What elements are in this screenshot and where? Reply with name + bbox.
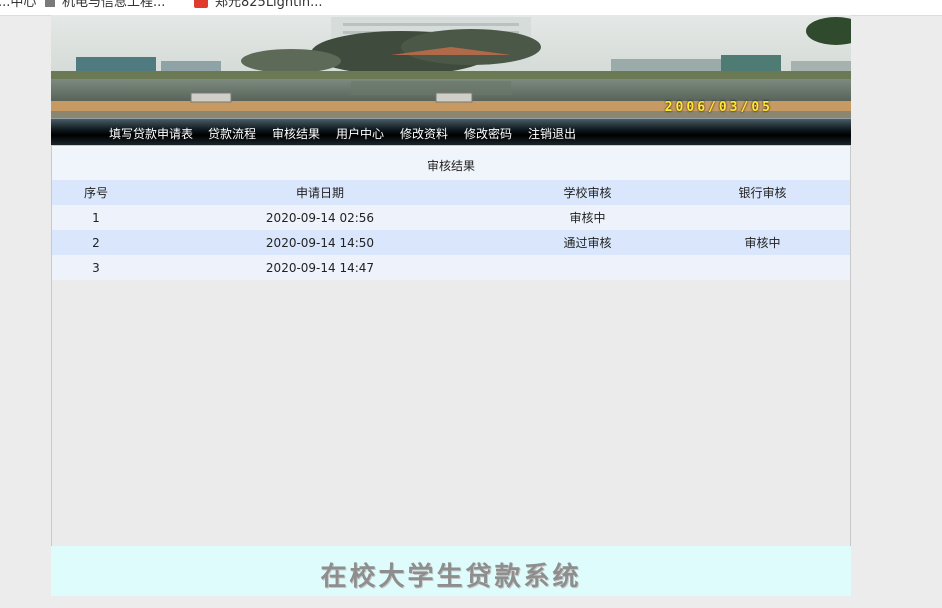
folder-icon [45, 0, 55, 7]
nav-edit-profile[interactable]: 修改资料 [400, 125, 448, 142]
table-title: 审核结果 [52, 146, 851, 180]
cell-school: 通过审核 [500, 230, 675, 255]
review-results-table: 审核结果 序号 申请日期 学校审核 银行审核 1 2020-09-14 02:5… [52, 146, 851, 280]
main-nav: 填写贷款申请表 贷款流程 审核结果 用户中心 修改资料 修改密码 注销退出 [51, 118, 851, 146]
header-banner: 2006/03/05 [51, 15, 851, 118]
nav-user-center[interactable]: 用户中心 [336, 125, 384, 142]
pdf-icon [194, 0, 208, 8]
cell-bank [675, 255, 851, 280]
header-bank: 银行审核 [675, 180, 851, 205]
nav-review-results[interactable]: 审核结果 [272, 125, 320, 142]
cell-school [500, 255, 675, 280]
header-date: 申请日期 [140, 180, 500, 205]
header-index: 序号 [52, 180, 140, 205]
table-row: 1 2020-09-14 02:56 审核中 [52, 205, 851, 230]
table-title-row: 审核结果 [52, 146, 851, 180]
bookmarks-bar: ...中心 机电与信息工程... 郑元825Lightin... [0, 0, 942, 16]
cell-index: 3 [52, 255, 140, 280]
content-panel: 审核结果 序号 申请日期 学校审核 银行审核 1 2020-09-14 02:5… [51, 145, 851, 547]
nav-logout[interactable]: 注销退出 [528, 125, 576, 142]
table-header-row: 序号 申请日期 学校审核 银行审核 [52, 180, 851, 205]
cell-school: 审核中 [500, 205, 675, 230]
bookmark-3[interactable]: 郑元825Lightin... [215, 0, 323, 12]
table-row: 2 2020-09-14 14:50 通过审核 审核中 [52, 230, 851, 255]
cell-index: 1 [52, 205, 140, 230]
cell-date: 2020-09-14 02:56 [140, 205, 500, 230]
cell-bank [675, 205, 851, 230]
cell-date: 2020-09-14 14:50 [140, 230, 500, 255]
bookmark-2[interactable]: 机电与信息工程... [62, 0, 165, 12]
footer-system-title: 在校大学生贷款系统 [320, 562, 582, 592]
cell-bank: 审核中 [675, 230, 851, 255]
nav-loan-application[interactable]: 填写贷款申请表 [109, 125, 193, 142]
nav-change-password[interactable]: 修改密码 [464, 125, 512, 142]
cell-date: 2020-09-14 14:47 [140, 255, 500, 280]
nav-loan-process[interactable]: 贷款流程 [208, 125, 256, 142]
bookmark-1[interactable]: ...中心 [0, 0, 36, 12]
banner-date-stamp: 2006/03/05 [664, 100, 773, 115]
header-school: 学校审核 [500, 180, 675, 205]
footer: 在校大学生贷款系统 [51, 546, 851, 596]
cell-index: 2 [52, 230, 140, 255]
table-row: 3 2020-09-14 14:47 [52, 255, 851, 280]
